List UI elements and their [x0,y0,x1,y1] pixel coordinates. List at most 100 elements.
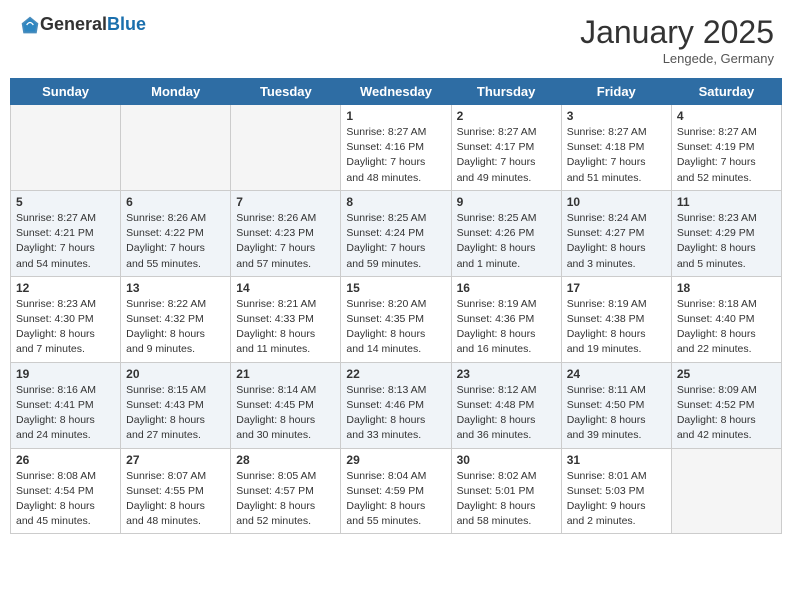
day-info: Sunrise: 8:19 AM Sunset: 4:36 PM Dayligh… [457,297,556,358]
calendar-cell: 31 Sunrise: 8:01 AM Sunset: 5:03 PM Dayli… [561,448,671,534]
calendar-cell: 22 Sunrise: 8:13 AM Sunset: 4:46 PM Dayli… [341,362,451,448]
calendar-cell: 10 Sunrise: 8:24 AM Sunset: 4:27 PM Dayli… [561,190,671,276]
day-info: Sunrise: 8:13 AM Sunset: 4:46 PM Dayligh… [346,383,445,444]
day-number: 24 [567,367,666,381]
weekday-header-saturday: Saturday [671,79,781,105]
day-info: Sunrise: 8:24 AM Sunset: 4:27 PM Dayligh… [567,211,666,272]
logo-text: GeneralBlue [40,14,146,35]
page-header: GeneralBlue January 2025 Lengede, German… [10,10,782,70]
day-info: Sunrise: 8:18 AM Sunset: 4:40 PM Dayligh… [677,297,776,358]
calendar-cell: 2Sunrise: 8:27 AM Sunset: 4:17 PM Daylig… [451,105,561,191]
calendar-cell: 14 Sunrise: 8:21 AM Sunset: 4:33 PM Dayli… [231,276,341,362]
logo-blue: Blue [107,14,146,34]
day-number: 29 [346,453,445,467]
weekday-header-thursday: Thursday [451,79,561,105]
calendar-table: SundayMondayTuesdayWednesdayThursdayFrid… [10,78,782,534]
calendar-cell: 5Sunrise: 8:27 AM Sunset: 4:21 PM Daylig… [11,190,121,276]
weekday-header-monday: Monday [121,79,231,105]
day-number: 6 [126,195,225,209]
calendar-cell: 23 Sunrise: 8:12 AM Sunset: 4:48 PM Dayli… [451,362,561,448]
day-info: Sunrise: 8:04 AM Sunset: 4:59 PM Dayligh… [346,469,445,530]
day-info: Sunrise: 8:01 AM Sunset: 5:03 PM Dayligh… [567,469,666,530]
calendar-cell: 4 Sunrise: 8:27 AM Sunset: 4:19 PM Daylig… [671,105,781,191]
title-block: January 2025 Lengede, Germany [580,14,774,66]
day-number: 14 [236,281,335,295]
calendar-cell: 6 Sunrise: 8:26 AM Sunset: 4:22 PM Daylig… [121,190,231,276]
calendar-cell: 12Sunrise: 8:23 AM Sunset: 4:30 PM Dayli… [11,276,121,362]
calendar-cell: 30Sunrise: 8:02 AM Sunset: 5:01 PM Dayli… [451,448,561,534]
calendar-cell: 17 Sunrise: 8:19 AM Sunset: 4:38 PM Dayli… [561,276,671,362]
day-info: Sunrise: 8:19 AM Sunset: 4:38 PM Dayligh… [567,297,666,358]
calendar-cell [121,105,231,191]
calendar-cell [671,448,781,534]
day-number: 4 [677,109,776,123]
day-number: 7 [236,195,335,209]
day-info: Sunrise: 8:21 AM Sunset: 4:33 PM Dayligh… [236,297,335,358]
calendar-cell: 21 Sunrise: 8:14 AM Sunset: 4:45 PM Dayli… [231,362,341,448]
logo-icon [20,15,40,35]
day-number: 19 [16,367,115,381]
day-number: 20 [126,367,225,381]
day-info: Sunrise: 8:26 AM Sunset: 4:23 PM Dayligh… [236,211,335,272]
calendar-cell: 24Sunrise: 8:11 AM Sunset: 4:50 PM Dayli… [561,362,671,448]
calendar-cell: 27 Sunrise: 8:07 AM Sunset: 4:55 PM Dayli… [121,448,231,534]
day-number: 8 [346,195,445,209]
calendar-week-row: 19 Sunrise: 8:16 AM Sunset: 4:41 PM Dayli… [11,362,782,448]
day-number: 18 [677,281,776,295]
day-number: 25 [677,367,776,381]
day-info: Sunrise: 8:08 AM Sunset: 4:54 PM Dayligh… [16,469,115,530]
calendar-cell: 8 Sunrise: 8:25 AM Sunset: 4:24 PM Daylig… [341,190,451,276]
location: Lengede, Germany [580,51,774,66]
day-number: 9 [457,195,556,209]
calendar-cell: 19 Sunrise: 8:16 AM Sunset: 4:41 PM Dayli… [11,362,121,448]
calendar-cell: 28 Sunrise: 8:05 AM Sunset: 4:57 PM Dayli… [231,448,341,534]
day-info: Sunrise: 8:05 AM Sunset: 4:57 PM Dayligh… [236,469,335,530]
day-number: 28 [236,453,335,467]
day-number: 2 [457,109,556,123]
calendar-week-row: 26 Sunrise: 8:08 AM Sunset: 4:54 PM Dayli… [11,448,782,534]
day-number: 1 [346,109,445,123]
day-info: Sunrise: 8:16 AM Sunset: 4:41 PM Dayligh… [16,383,115,444]
day-info: Sunrise: 8:09 AM Sunset: 4:52 PM Dayligh… [677,383,776,444]
calendar-cell: 29 Sunrise: 8:04 AM Sunset: 4:59 PM Dayli… [341,448,451,534]
weekday-header-friday: Friday [561,79,671,105]
calendar-cell [231,105,341,191]
month-title: January 2025 [580,14,774,51]
calendar-week-row: 1Sunrise: 8:27 AM Sunset: 4:16 PM Daylig… [11,105,782,191]
logo-general: General [40,14,107,34]
day-info: Sunrise: 8:07 AM Sunset: 4:55 PM Dayligh… [126,469,225,530]
day-info: Sunrise: 8:25 AM Sunset: 4:26 PM Dayligh… [457,211,556,272]
day-info: Sunrise: 8:23 AM Sunset: 4:29 PM Dayligh… [677,211,776,272]
day-info: Sunrise: 8:26 AM Sunset: 4:22 PM Dayligh… [126,211,225,272]
day-info: Sunrise: 8:02 AM Sunset: 5:01 PM Dayligh… [457,469,556,530]
day-number: 17 [567,281,666,295]
weekday-header-row: SundayMondayTuesdayWednesdayThursdayFrid… [11,79,782,105]
calendar-cell: 16 Sunrise: 8:19 AM Sunset: 4:36 PM Dayli… [451,276,561,362]
day-info: Sunrise: 8:20 AM Sunset: 4:35 PM Dayligh… [346,297,445,358]
day-number: 31 [567,453,666,467]
day-number: 23 [457,367,556,381]
day-info: Sunrise: 8:25 AM Sunset: 4:24 PM Dayligh… [346,211,445,272]
day-info: Sunrise: 8:27 AM Sunset: 4:19 PM Dayligh… [677,125,776,186]
calendar-cell: 25 Sunrise: 8:09 AM Sunset: 4:52 PM Dayli… [671,362,781,448]
day-number: 10 [567,195,666,209]
calendar-week-row: 5Sunrise: 8:27 AM Sunset: 4:21 PM Daylig… [11,190,782,276]
day-number: 16 [457,281,556,295]
day-number: 15 [346,281,445,295]
day-info: Sunrise: 8:14 AM Sunset: 4:45 PM Dayligh… [236,383,335,444]
calendar-cell [11,105,121,191]
day-number: 13 [126,281,225,295]
day-number: 21 [236,367,335,381]
weekday-header-wednesday: Wednesday [341,79,451,105]
day-info: Sunrise: 8:27 AM Sunset: 4:18 PM Dayligh… [567,125,666,186]
calendar-week-row: 12Sunrise: 8:23 AM Sunset: 4:30 PM Dayli… [11,276,782,362]
logo: GeneralBlue [18,14,146,35]
calendar-cell: 9 Sunrise: 8:25 AM Sunset: 4:26 PM Daylig… [451,190,561,276]
day-number: 26 [16,453,115,467]
day-info: Sunrise: 8:22 AM Sunset: 4:32 PM Dayligh… [126,297,225,358]
day-info: Sunrise: 8:15 AM Sunset: 4:43 PM Dayligh… [126,383,225,444]
day-info: Sunrise: 8:12 AM Sunset: 4:48 PM Dayligh… [457,383,556,444]
calendar-cell: 3Sunrise: 8:27 AM Sunset: 4:18 PM Daylig… [561,105,671,191]
day-number: 27 [126,453,225,467]
day-number: 22 [346,367,445,381]
